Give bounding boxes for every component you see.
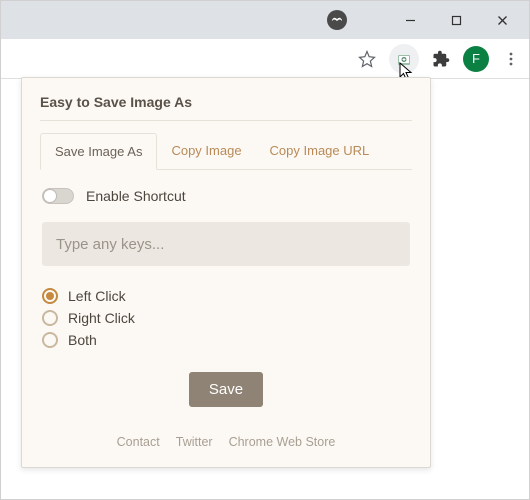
footer-links: Contact Twitter Chrome Web Store: [42, 435, 410, 449]
tab-save-image-as[interactable]: Save Image As: [40, 133, 157, 170]
click-options: Left Click Right Click Both: [42, 288, 410, 348]
kebab-menu-icon[interactable]: [497, 45, 525, 73]
radio-icon: [42, 310, 58, 326]
extension-popup: Easy to Save Image As Save Image As Copy…: [21, 77, 431, 468]
incognito-icon: [327, 10, 347, 30]
popup-tabs: Save Image As Copy Image Copy Image URL: [40, 133, 412, 170]
shortcut-key-input[interactable]: [42, 222, 410, 266]
extension-button[interactable]: [389, 44, 419, 74]
radio-icon: [42, 288, 58, 304]
option-label: Both: [68, 332, 97, 348]
tab-copy-image-url[interactable]: Copy Image URL: [256, 133, 384, 169]
footer-webstore-link[interactable]: Chrome Web Store: [229, 435, 336, 449]
window-titlebar: [1, 1, 529, 39]
footer-contact-link[interactable]: Contact: [117, 435, 160, 449]
minimize-button[interactable]: [387, 5, 433, 35]
profile-avatar[interactable]: F: [463, 46, 489, 72]
option-both[interactable]: Both: [42, 332, 410, 348]
maximize-button[interactable]: [433, 5, 479, 35]
enable-shortcut-label: Enable Shortcut: [86, 188, 186, 204]
toggle-knob: [43, 189, 57, 203]
tab-panel: Enable Shortcut Left Click Right Click B…: [40, 170, 412, 453]
footer-twitter-link[interactable]: Twitter: [176, 435, 213, 449]
tab-copy-image[interactable]: Copy Image: [157, 133, 255, 169]
option-left-click[interactable]: Left Click: [42, 288, 410, 304]
option-right-click[interactable]: Right Click: [42, 310, 410, 326]
popup-title: Easy to Save Image As: [40, 94, 412, 121]
avatar-letter: F: [472, 51, 480, 66]
enable-shortcut-row: Enable Shortcut: [42, 188, 410, 204]
close-button[interactable]: [479, 5, 525, 35]
radio-icon: [42, 332, 58, 348]
save-button[interactable]: Save: [189, 372, 263, 407]
option-label: Left Click: [68, 288, 126, 304]
browser-toolbar: F: [1, 39, 529, 79]
option-label: Right Click: [68, 310, 135, 326]
bookmark-star-icon[interactable]: [353, 45, 381, 73]
enable-shortcut-toggle[interactable]: [42, 188, 74, 204]
extensions-puzzle-icon[interactable]: [427, 45, 455, 73]
